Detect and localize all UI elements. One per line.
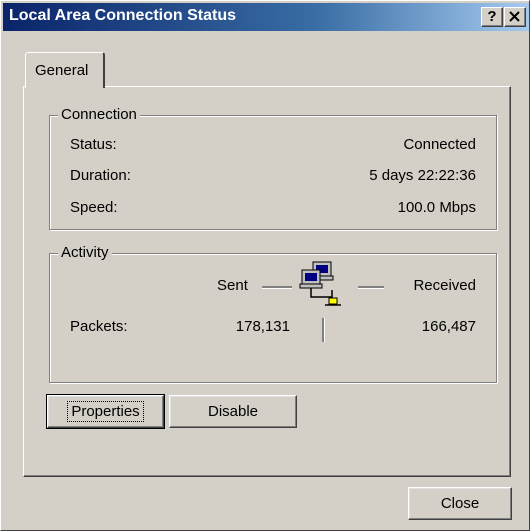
close-icon: [509, 11, 520, 22]
close-window-button[interactable]: [504, 7, 526, 27]
activity-group-title: Activity: [58, 244, 112, 262]
status-value: Connected: [403, 136, 476, 153]
received-line: [358, 286, 384, 289]
speed-value: 100.0 Mbps: [397, 199, 476, 216]
packets-sent-value: 178,131: [235, 318, 290, 335]
activity-group: Activity Sent Received Packets: 178,131 …: [49, 244, 497, 383]
duration-value: 5 days 22:22:36: [369, 167, 476, 184]
help-button[interactable]: ?: [481, 7, 503, 27]
close-button[interactable]: Close: [408, 487, 512, 520]
dialog-window: Local Area Connection Status ? General C…: [0, 0, 530, 531]
sent-line: [262, 286, 292, 289]
status-label: Status:: [70, 136, 117, 153]
connection-group-title: Connection: [58, 106, 140, 124]
connection-group: Connection Status: Connected Duration: 5…: [49, 106, 497, 230]
speed-label: Speed:: [70, 199, 118, 216]
tab-general[interactable]: General: [25, 52, 105, 88]
packets-received-value: 166,487: [421, 318, 476, 335]
sent-label: Sent: [217, 277, 248, 294]
close-button-label: Close: [440, 494, 480, 512]
title-bar[interactable]: Local Area Connection Status ?: [3, 3, 529, 31]
tab-general-label: General: [35, 62, 89, 79]
disable-button[interactable]: Disable: [169, 395, 297, 428]
disable-button-label: Disable: [207, 402, 259, 420]
duration-label: Duration:: [70, 167, 131, 184]
packets-label: Packets:: [70, 318, 128, 335]
packets-divider: [322, 318, 325, 342]
received-label: Received: [413, 277, 476, 294]
network-computers-icon: [299, 261, 341, 306]
properties-button[interactable]: Properties: [46, 394, 165, 429]
properties-button-label: Properties: [67, 400, 144, 422]
window-title: Local Area Connection Status: [9, 7, 236, 24]
